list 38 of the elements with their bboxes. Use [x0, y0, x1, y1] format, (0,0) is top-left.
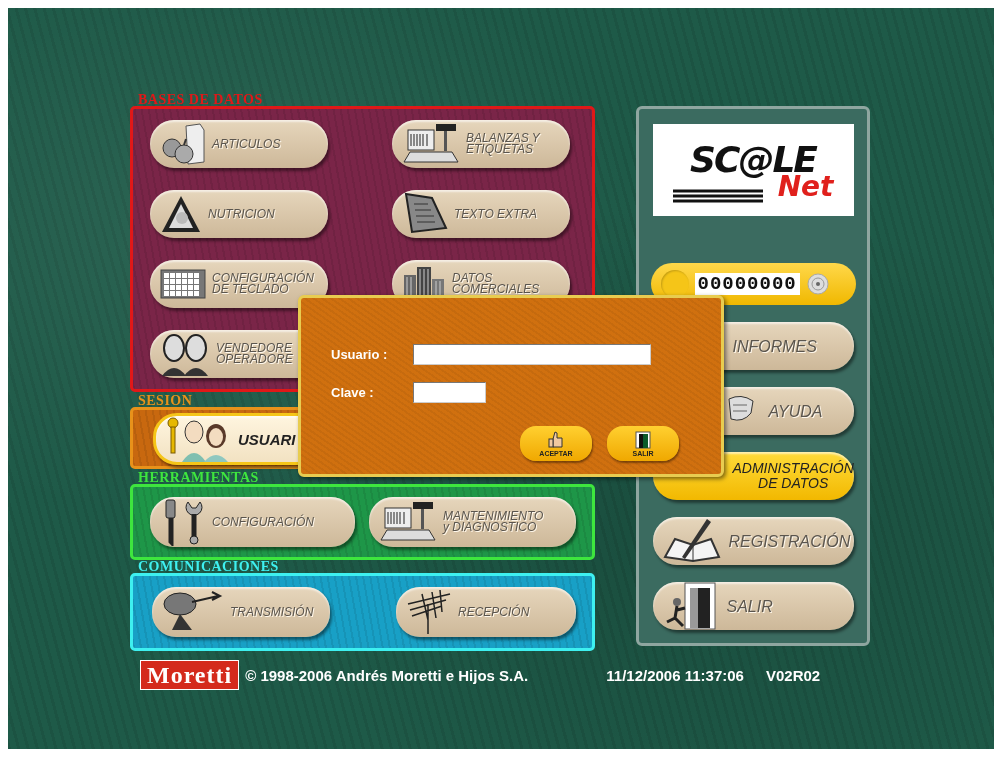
- scale-icon: [402, 122, 460, 166]
- menu-button[interactable]: RECEPCIÓN: [396, 587, 576, 637]
- door-icon: [635, 430, 651, 449]
- antenna-icon: [406, 590, 452, 634]
- input-field[interactable]: [413, 344, 651, 365]
- book-pen-icon: [662, 517, 721, 565]
- menu-button[interactable]: TEXTO EXTRA: [392, 190, 570, 238]
- field-label: Clave :: [331, 385, 375, 400]
- logo: SC@LE Net: [652, 124, 854, 216]
- section-title: HERRAMIENTAS: [138, 472, 260, 484]
- menu-button[interactable]: ARTICULOS: [150, 120, 328, 168]
- document-icon: [402, 192, 448, 236]
- counter-display: 00000000: [694, 273, 800, 295]
- food-pyramid-icon: [160, 194, 202, 234]
- menu-button[interactable]: MANTENIMIENTO y DIAGNOSTICO: [369, 497, 576, 547]
- version-text: V02R02: [765, 666, 821, 684]
- input-field[interactable]: [413, 382, 486, 403]
- menu-button[interactable]: BALANZAS Y ETIQUETAS: [392, 120, 570, 168]
- menu-button[interactable]: CONFIGURACIÓN DE TECLADO: [150, 260, 328, 308]
- keypad-icon: [160, 269, 206, 299]
- section-title: BASES DE DATOS: [138, 94, 264, 106]
- thumbs-up-icon: [548, 430, 564, 449]
- menu-button[interactable]: CONFIGURACIÓN: [150, 497, 355, 547]
- menu-button[interactable]: NUTRICION: [150, 190, 328, 238]
- menu-button[interactable]: REGISTRACIÓN: [652, 517, 854, 565]
- date-time: 11/12/2006 11:37:06: [606, 666, 744, 684]
- brand-logo: Moretti: [140, 660, 240, 690]
- target-icon: [805, 272, 830, 296]
- groceries-icon: [160, 122, 206, 166]
- people-icon: [160, 332, 210, 376]
- menu-button[interactable]: TRANSMISIÓN: [152, 587, 330, 637]
- indicator-light: [660, 270, 689, 298]
- section-title: SESION: [138, 395, 194, 407]
- section-title: COMUNICACIONES: [138, 561, 280, 573]
- scale-icon: [379, 500, 437, 544]
- menu-button[interactable]: SALIR: [652, 582, 854, 630]
- field-label: Usuario :: [331, 347, 389, 362]
- copyright-text: © 1998-2006 Andrés Moretti e Hijos S.A.: [245, 666, 529, 684]
